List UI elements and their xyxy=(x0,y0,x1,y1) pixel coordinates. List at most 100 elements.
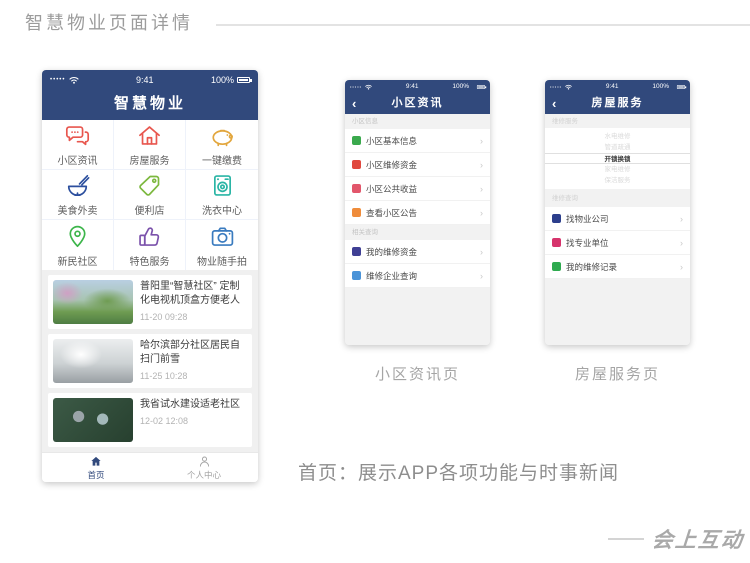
news-title: 我省试水建设适老社区 xyxy=(140,398,240,412)
chevron-right-icon: › xyxy=(480,160,483,170)
item-icon xyxy=(352,160,361,169)
status-bar: ••••• 9:41 100% xyxy=(345,80,490,93)
chevron-right-icon: › xyxy=(480,247,483,257)
back-icon[interactable]: ‹ xyxy=(552,93,558,114)
list-item-repair-company-query[interactable]: 维修企业查询 › xyxy=(345,264,490,288)
house-icon xyxy=(136,122,163,149)
section-header: 小区信息 xyxy=(345,114,490,129)
tab-label: 个人中心 xyxy=(187,469,221,481)
item-icon xyxy=(352,208,361,217)
app-nav-title: 智慧物业 xyxy=(42,90,258,120)
caption-house-page: 房屋服务页 xyxy=(545,363,690,384)
picker-option[interactable]: 保洁服务 xyxy=(545,175,690,186)
tab-personal-center[interactable]: 个人中心 xyxy=(150,453,258,482)
section-header: 维修查询 xyxy=(545,189,690,207)
news-time: 12-02 12:08 xyxy=(140,416,240,426)
bowl-chopsticks-icon xyxy=(64,172,91,199)
item-icon xyxy=(352,247,361,256)
picker-option[interactable]: 家电维修 xyxy=(545,164,690,175)
signal-dots-icon: ••••• xyxy=(350,84,362,89)
signal-dots-icon: ••••• xyxy=(50,77,66,83)
grid-item-community[interactable]: 新民社区 xyxy=(42,220,114,270)
battery-percent: 100% xyxy=(211,75,234,85)
grid-item-label: 物业随手拍 xyxy=(197,253,247,268)
list-item-public-income[interactable]: 小区公共收益 › xyxy=(345,177,490,201)
picker-option-selected[interactable]: 开锁换锁 xyxy=(545,153,690,164)
grid-item-food-delivery[interactable]: 美食外卖 xyxy=(42,170,114,220)
item-label: 小区公共收益 xyxy=(366,183,417,195)
list-item-community-notice[interactable]: 查看小区公告 › xyxy=(345,201,490,225)
wifi-icon xyxy=(69,76,79,84)
item-icon xyxy=(552,262,561,271)
grid-item-label: 一键缴费 xyxy=(202,152,242,167)
news-time: 11-25 10:28 xyxy=(140,371,247,381)
chevron-right-icon: › xyxy=(680,214,683,224)
chevron-right-icon: › xyxy=(680,262,683,272)
chevron-right-icon: › xyxy=(480,271,483,281)
nav-bar: ‹ 房屋服务 xyxy=(545,93,690,114)
news-time: 11-20 09:28 xyxy=(140,312,247,322)
picker-option[interactable]: 水电维修 xyxy=(545,131,690,142)
home-function-grid: 小区资讯 房屋服务 一键缴费 xyxy=(42,120,258,270)
list-item-find-professional-unit[interactable]: 找专业单位 › xyxy=(545,231,690,255)
item-label: 维修企业查询 xyxy=(366,270,417,282)
grid-item-convenience-store[interactable]: 便利店 xyxy=(114,170,186,220)
grid-item-laundry-center[interactable]: 洗衣中心 xyxy=(186,170,258,220)
service-picker[interactable]: 水电维修 管道疏通 开锁换锁 家电维修 保洁服务 xyxy=(545,128,690,189)
grid-item-label: 小区资讯 xyxy=(58,152,98,167)
news-thumbnail xyxy=(53,280,133,324)
item-icon xyxy=(352,136,361,145)
grid-item-label: 洗衣中心 xyxy=(202,202,242,217)
news-item[interactable]: 我省试水建设适老社区 12-02 12:08 xyxy=(48,393,252,447)
house-service-screen-mockup: ••••• 9:41 100% ‹ 房屋服务 维修服务 水电维修 管道疏通 开锁… xyxy=(545,80,690,345)
battery-percent: 100% xyxy=(652,83,669,90)
signal-dots-icon: ••••• xyxy=(550,84,562,89)
grid-item-property-snapshot[interactable]: 物业随手拍 xyxy=(186,220,258,270)
grid-item-label: 新民社区 xyxy=(58,253,98,268)
home-icon xyxy=(89,455,103,468)
grid-item-house-service[interactable]: 房屋服务 xyxy=(114,120,186,170)
price-tag-icon xyxy=(136,172,163,199)
news-thumbnail xyxy=(53,339,133,383)
list-item-my-repair-records[interactable]: 我的维修记录 › xyxy=(545,255,690,279)
section-header: 相关查询 xyxy=(345,225,490,240)
item-label: 小区维修资金 xyxy=(366,159,417,171)
back-icon[interactable]: ‹ xyxy=(352,93,358,114)
tab-home[interactable]: 首页 xyxy=(42,453,150,482)
logo-text: 会上互动 xyxy=(651,524,745,554)
nav-title: 小区资讯 xyxy=(392,97,444,109)
title-divider-line xyxy=(216,24,750,26)
battery-icon xyxy=(677,85,685,89)
grid-item-one-key-payment[interactable]: 一键缴费 xyxy=(186,120,258,170)
news-title: 哈尔滨部分社区居民自扫门前雪 xyxy=(140,339,247,367)
brand-logo: 会上互动 xyxy=(608,524,744,554)
status-bar: ••••• 9:41 100% xyxy=(545,80,690,93)
list-item-find-property-company[interactable]: 找物业公司 › xyxy=(545,207,690,231)
item-icon xyxy=(552,238,561,247)
chevron-right-icon: › xyxy=(480,184,483,194)
news-list: 普阳里“智慧社区” 定制化电视机顶盒方便老人 11-20 09:28 哈尔滨部分… xyxy=(42,270,258,452)
home-screen-mockup: ••••• 9:41 100% 智慧物业 xyxy=(42,70,258,482)
grid-item-label: 房屋服务 xyxy=(130,152,170,167)
home-page-annotation: 首页：展示APP各项功能与时事新闻 xyxy=(298,458,619,485)
thumbs-up-icon xyxy=(136,223,163,250)
item-label: 我的维修资金 xyxy=(366,246,417,258)
chat-bubbles-icon xyxy=(64,122,91,149)
news-item[interactable]: 普阳里“智慧社区” 定制化电视机顶盒方便老人 11-20 09:28 xyxy=(48,275,252,329)
list-item-my-repair-fund[interactable]: 我的维修资金 › xyxy=(345,240,490,264)
chevron-right-icon: › xyxy=(480,208,483,218)
logo-divider-line xyxy=(608,538,644,540)
list-item-repair-fund[interactable]: 小区维修资金 › xyxy=(345,153,490,177)
picker-option[interactable]: 管道疏通 xyxy=(545,142,690,153)
camera-icon xyxy=(209,223,236,250)
news-item[interactable]: 哈尔滨部分社区居民自扫门前雪 11-25 10:28 xyxy=(48,334,252,388)
grid-item-featured-service[interactable]: 特色服务 xyxy=(114,220,186,270)
list-item-community-basic-info[interactable]: 小区基本信息 › xyxy=(345,129,490,153)
status-time: 9:41 xyxy=(606,83,619,90)
wifi-icon xyxy=(565,84,572,90)
item-label: 查看小区公告 xyxy=(366,207,417,219)
grid-item-community-news[interactable]: 小区资讯 xyxy=(42,120,114,170)
grid-item-label: 美食外卖 xyxy=(58,202,98,217)
washing-machine-icon xyxy=(209,172,236,199)
item-label: 找专业单位 xyxy=(566,237,609,249)
